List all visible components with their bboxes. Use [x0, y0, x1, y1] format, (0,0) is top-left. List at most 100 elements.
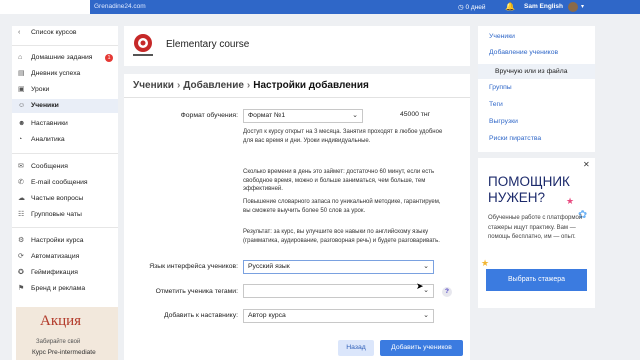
nav-exports[interactable]: Выгрузки — [489, 118, 518, 125]
breadcrumb: Ученики › Добавление › Настройки добавления — [133, 80, 369, 91]
automation-icon: ⟳ — [18, 253, 24, 260]
tags-label: Отметить ученика тегами: — [155, 288, 238, 295]
close-icon[interactable]: ✕ — [583, 160, 590, 169]
nav-piracy-risks[interactable]: Риски пиратства — [489, 135, 541, 142]
promo-course: Курс Pre-intermediate — [32, 349, 96, 356]
user-name[interactable]: Sam English — [524, 3, 563, 10]
avatar[interactable] — [568, 2, 578, 12]
breadcrumb-students[interactable]: Ученики — [133, 80, 174, 91]
helper-title: ПОМОЩНИК НУЖЕН? — [488, 174, 570, 206]
nav-add-students[interactable]: Добавление учеников — [489, 49, 558, 56]
chevron-down-icon: ⌄ — [423, 287, 429, 294]
email-icon: ✆ — [18, 179, 24, 186]
sidebar-item-messages[interactable]: ✉ Сообщения — [12, 160, 118, 174]
nav-manual-or-file[interactable]: Вручную или из файла — [478, 64, 595, 79]
section-nav: Ученики Добавление учеников Вручную или … — [478, 26, 595, 152]
home-icon: ⌂ — [18, 54, 23, 61]
back-button[interactable]: Назад — [338, 340, 374, 356]
star-icon: ★ — [481, 258, 490, 268]
back-to-courses-link[interactable]: ‹ Список курсов — [12, 26, 118, 40]
promo-title: Акция — [40, 313, 82, 329]
course-logo — [133, 34, 153, 56]
helper-description: Обученные работе с платформой стажеры ищ… — [488, 215, 583, 240]
site-domain[interactable]: Grenadine24.com — [94, 3, 146, 10]
divider — [12, 153, 118, 154]
notifications-icon[interactable]: 🔔 — [505, 2, 515, 11]
format-select[interactable]: Формат №1 ⌄ — [243, 109, 363, 123]
chevron-down-icon: ⌄ — [352, 112, 358, 119]
sidebar-item-label: Геймификация — [31, 269, 78, 276]
sidebar-item-label: Настройки курса — [31, 237, 84, 244]
chevron-down-icon: ⌄ — [423, 263, 429, 270]
sidebar-item-email[interactable]: ✆ E-mail сообщения — [12, 176, 118, 190]
sidebar-item-label: Частые вопросы — [31, 195, 84, 202]
mentor-label: Добавить к наставнику: — [163, 312, 238, 319]
sidebar-item-label: Групповые чаты — [31, 211, 82, 218]
helper-title-line1: ПОМОЩНИК — [488, 174, 570, 189]
sidebar-item-label: E-mail сообщения — [31, 179, 88, 186]
divider — [12, 227, 118, 228]
back-label: Список курсов — [31, 29, 77, 36]
sidebar-item-faq[interactable]: ☁ Частые вопросы — [12, 192, 118, 206]
sidebar-item-gamification[interactable]: ✪ Геймификация — [12, 266, 118, 280]
sidebar-item-label: Уроки — [31, 86, 50, 93]
sidebar-item-mentors[interactable]: ☻ Наставники — [12, 117, 118, 131]
star-icon: ★ — [566, 196, 575, 206]
course-header: Elementary course — [124, 26, 470, 66]
analytics-icon: ◔ — [18, 136, 23, 143]
sidebar-item-label: Наставники — [31, 120, 68, 127]
sidebar-item-label: Домашние задания — [31, 54, 93, 61]
sidebar-item-automation[interactable]: ⟳ Автоматизация — [12, 250, 118, 264]
format-description-access: Доступ к курсу открыт на 3 месяца. Занят… — [243, 129, 443, 144]
homework-badge: 1 — [105, 54, 113, 62]
add-settings-panel: Ученики › Добавление › Настройки добавления … — [124, 74, 470, 360]
promo-subtitle: Забирайте свой — [36, 339, 81, 345]
nav-groups[interactable]: Группы — [489, 84, 512, 91]
nav-tags[interactable]: Теги — [489, 101, 503, 108]
chevron-down-icon[interactable]: ▾ — [581, 3, 584, 10]
sidebar-item-diary[interactable]: ▤ Дневник успеха — [12, 67, 118, 81]
mentor-select[interactable]: Автор курса ⌄ — [243, 309, 434, 323]
promo-banner[interactable]: Акция Забирайте свой Курс Pre-intermedia… — [16, 307, 118, 360]
course-name: Elementary course — [166, 39, 250, 50]
top-bar: Grenadine24.com ◷ 0 дней 🔔 Sam English ▾ — [0, 0, 640, 14]
nav-students[interactable]: Ученики — [489, 33, 515, 40]
mentors-icon: ☻ — [18, 120, 26, 127]
logo-area[interactable] — [0, 0, 90, 14]
sidebar-item-course-settings[interactable]: ⚙ Настройки курса — [12, 234, 118, 248]
sidebar-item-students[interactable]: ☺ Ученики — [12, 99, 118, 113]
divider — [124, 97, 470, 98]
sidebar-item-analytics[interactable]: ◔ Аналитика — [12, 133, 118, 147]
format-description-time: Сколько времени в день это займет: доста… — [243, 169, 435, 193]
sidebar-item-label: Бренд и реклама — [31, 285, 86, 292]
days-counter[interactable]: ◷ 0 дней — [458, 3, 486, 11]
students-icon: ☺ — [18, 102, 26, 109]
sidebar-item-homework[interactable]: ⌂ Домашние задания 1 — [12, 51, 118, 65]
faq-icon: ☁ — [18, 195, 25, 202]
sidebar-item-label: Автоматизация — [31, 253, 80, 260]
sidebar-item-label: Ученики — [31, 102, 59, 109]
gamification-icon: ✪ — [18, 269, 24, 276]
format-value: Формат №1 — [248, 112, 286, 119]
sidebar-item-lessons[interactable]: ▣ Уроки — [12, 83, 118, 97]
lessons-icon: ▣ — [18, 86, 25, 93]
sidebar-item-group-chats[interactable]: ☷ Групповые чаты — [12, 208, 118, 222]
language-label: Язык интерфейса учеников: — [149, 263, 238, 270]
add-students-button[interactable]: Добавить учеников — [380, 340, 463, 356]
chats-icon: ☷ — [18, 211, 25, 218]
messages-icon: ✉ — [18, 163, 24, 170]
language-value: Русский язык — [248, 263, 290, 270]
choose-intern-button[interactable]: Выбрать стажера — [486, 269, 587, 291]
nav-sub-label: Вручную или из файла — [495, 68, 568, 75]
breadcrumb-add[interactable]: Добавление — [183, 80, 244, 91]
chevron-down-icon: ⌄ — [423, 312, 429, 319]
helper-title-line2: НУЖЕН? — [488, 190, 546, 205]
divider — [12, 45, 118, 46]
help-icon[interactable]: ? — [442, 287, 452, 297]
sidebar-item-brand[interactable]: ⚑ Бренд и реклама — [12, 282, 118, 296]
language-select[interactable]: Русский язык ⌄ — [243, 260, 434, 274]
tags-select[interactable]: ⌄ — [243, 284, 434, 298]
helper-card: ✕ ПОМОЩНИК НУЖЕН? ★ ✿ ★ Обученные работе… — [478, 158, 595, 308]
format-description-vocab: Повышение словарного запаса по уникально… — [243, 199, 441, 214]
breadcrumb-current: Настройки добавления — [253, 80, 369, 91]
